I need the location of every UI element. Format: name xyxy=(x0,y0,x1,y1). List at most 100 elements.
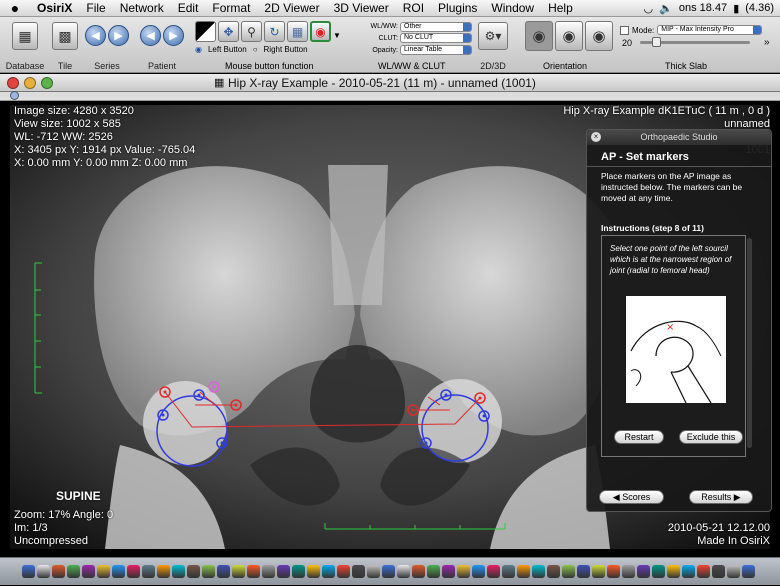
dock-app-icon[interactable] xyxy=(502,565,515,578)
dock-app-icon[interactable] xyxy=(592,565,605,578)
dock-app-icon[interactable] xyxy=(532,565,545,578)
minimize-window-icon[interactable] xyxy=(24,77,36,89)
dock-app-icon[interactable] xyxy=(412,565,425,578)
exclude-this-button[interactable]: Exclude this xyxy=(679,430,743,444)
roi-tool-icon[interactable]: ◉ xyxy=(310,21,331,42)
dock-app-icon[interactable] xyxy=(67,565,80,578)
move-tool-icon[interactable]: ✥ xyxy=(218,21,239,42)
dock-app-icon[interactable] xyxy=(382,565,395,578)
mode-select[interactable]: MIP - Max Intensity Pro xyxy=(657,25,763,35)
mode-checkbox[interactable] xyxy=(620,25,629,35)
dock-app-icon[interactable] xyxy=(82,565,95,578)
dock-app-icon[interactable] xyxy=(652,565,665,578)
slab-slider-track[interactable] xyxy=(640,37,750,47)
dock-app-icon[interactable] xyxy=(622,565,635,578)
menu-3d-viewer[interactable]: 3D Viewer xyxy=(327,1,396,15)
apple-menu-icon[interactable]: ● xyxy=(0,0,30,16)
dock-app-icon[interactable] xyxy=(712,565,725,578)
menu-format[interactable]: Format xyxy=(205,1,257,15)
dock-app-icon[interactable] xyxy=(307,565,320,578)
dock-app-icon[interactable] xyxy=(247,565,260,578)
patient-next-button[interactable]: ▶ xyxy=(163,25,184,46)
zoom-window-icon[interactable] xyxy=(41,77,53,89)
results-button[interactable]: Results ▶ xyxy=(689,490,753,504)
opacity-select[interactable]: Linear Table xyxy=(400,45,472,55)
volume-icon[interactable]: 🔈 xyxy=(659,2,673,15)
menu-roi[interactable]: ROI xyxy=(396,1,431,15)
dock-app-icon[interactable] xyxy=(487,565,500,578)
dock-app-icon[interactable] xyxy=(397,565,410,578)
dock-app-icon[interactable] xyxy=(442,565,455,578)
menu-file[interactable]: File xyxy=(79,1,112,15)
dock-app-icon[interactable] xyxy=(607,565,620,578)
scroll-tool-icon[interactable]: ▦ xyxy=(287,21,308,42)
scores-button[interactable]: ◀ Scores xyxy=(599,490,664,504)
dock-app-icon[interactable] xyxy=(352,565,365,578)
dock-app-icon[interactable] xyxy=(262,565,275,578)
dock-app-icon[interactable] xyxy=(112,565,125,578)
tile-tool[interactable]: ▩ Tile xyxy=(52,22,78,71)
restart-button[interactable]: Restart xyxy=(614,430,664,444)
instruction-scrollbar[interactable] xyxy=(747,238,752,448)
sagittal-orientation-icon[interactable]: ◉ xyxy=(585,21,613,51)
dock-app-icon[interactable] xyxy=(52,565,65,578)
menu-edit[interactable]: Edit xyxy=(171,1,206,15)
dock-app-icon[interactable] xyxy=(217,565,230,578)
dock-app-icon[interactable] xyxy=(367,565,380,578)
wifi-icon[interactable]: ◡ xyxy=(644,2,654,15)
dock-app-icon[interactable] xyxy=(697,565,710,578)
dock-app-icon[interactable] xyxy=(637,565,650,578)
dock-app-icon[interactable] xyxy=(427,565,440,578)
zoom-tool-icon[interactable]: ⚲ xyxy=(241,21,262,42)
dock-app-icon[interactable] xyxy=(172,565,185,578)
dock-app-icon[interactable] xyxy=(577,565,590,578)
dock-app-icon[interactable] xyxy=(517,565,530,578)
dock-app-icon[interactable] xyxy=(547,565,560,578)
database-tool[interactable]: ▦ Database xyxy=(6,22,44,71)
menu-help[interactable]: Help xyxy=(541,1,580,15)
series-prev-button[interactable]: ◀ xyxy=(85,25,106,46)
left-button-radio[interactable]: ◉ xyxy=(195,45,202,54)
slab-slider-thumb[interactable] xyxy=(652,37,661,47)
dock-app-icon[interactable] xyxy=(562,565,575,578)
image-slider[interactable] xyxy=(0,91,780,101)
coronal-orientation-icon[interactable]: ◉ xyxy=(555,21,583,51)
menu-2d-viewer[interactable]: 2D Viewer xyxy=(257,1,326,15)
dock-app-icon[interactable] xyxy=(682,565,695,578)
battery-status[interactable]: (4.36) xyxy=(745,2,774,14)
dock-app-icon[interactable] xyxy=(157,565,170,578)
battery-icon[interactable]: ▮ xyxy=(733,2,739,15)
dock-app-icon[interactable] xyxy=(472,565,485,578)
dock-app-icon[interactable] xyxy=(187,565,200,578)
2d3d-tool[interactable]: ⚙▾ 2D/3D xyxy=(478,22,508,71)
axial-orientation-icon[interactable]: ◉ xyxy=(525,21,553,51)
wlww-select[interactable]: Other xyxy=(400,21,472,32)
dock-app-icon[interactable] xyxy=(232,565,245,578)
dock-app-icon[interactable] xyxy=(322,565,335,578)
rotate-tool-icon[interactable]: ↻ xyxy=(264,21,285,42)
dock-app-icon[interactable] xyxy=(97,565,110,578)
menu-clock[interactable]: ons 18.47 xyxy=(679,2,727,14)
dock-app-icon[interactable] xyxy=(337,565,350,578)
tools-dropdown-icon[interactable]: ▼ xyxy=(333,31,341,42)
dock-app-icon[interactable] xyxy=(37,565,50,578)
dock-app-icon[interactable] xyxy=(457,565,470,578)
close-window-icon[interactable] xyxy=(7,77,19,89)
dock-app-icon[interactable] xyxy=(22,565,35,578)
wlww-tool-icon[interactable] xyxy=(195,21,216,42)
menu-window[interactable]: Window xyxy=(484,1,541,15)
toolbar-overflow-icon[interactable]: » xyxy=(764,37,770,48)
dock-app-icon[interactable] xyxy=(127,565,140,578)
right-button-radio[interactable]: ○ xyxy=(253,45,258,54)
dock-app-icon[interactable] xyxy=(292,565,305,578)
dock-app-icon[interactable] xyxy=(667,565,680,578)
image-slider-thumb[interactable] xyxy=(10,91,19,100)
series-next-button[interactable]: ▶ xyxy=(108,25,129,46)
dock-app-icon[interactable] xyxy=(277,565,290,578)
menu-plugins[interactable]: Plugins xyxy=(431,1,484,15)
clut-select[interactable]: No CLUT xyxy=(400,33,472,43)
menu-network[interactable]: Network xyxy=(113,1,171,15)
dock-app-icon[interactable] xyxy=(742,565,755,578)
patient-prev-button[interactable]: ◀ xyxy=(140,25,161,46)
dock-app-icon[interactable] xyxy=(142,565,155,578)
